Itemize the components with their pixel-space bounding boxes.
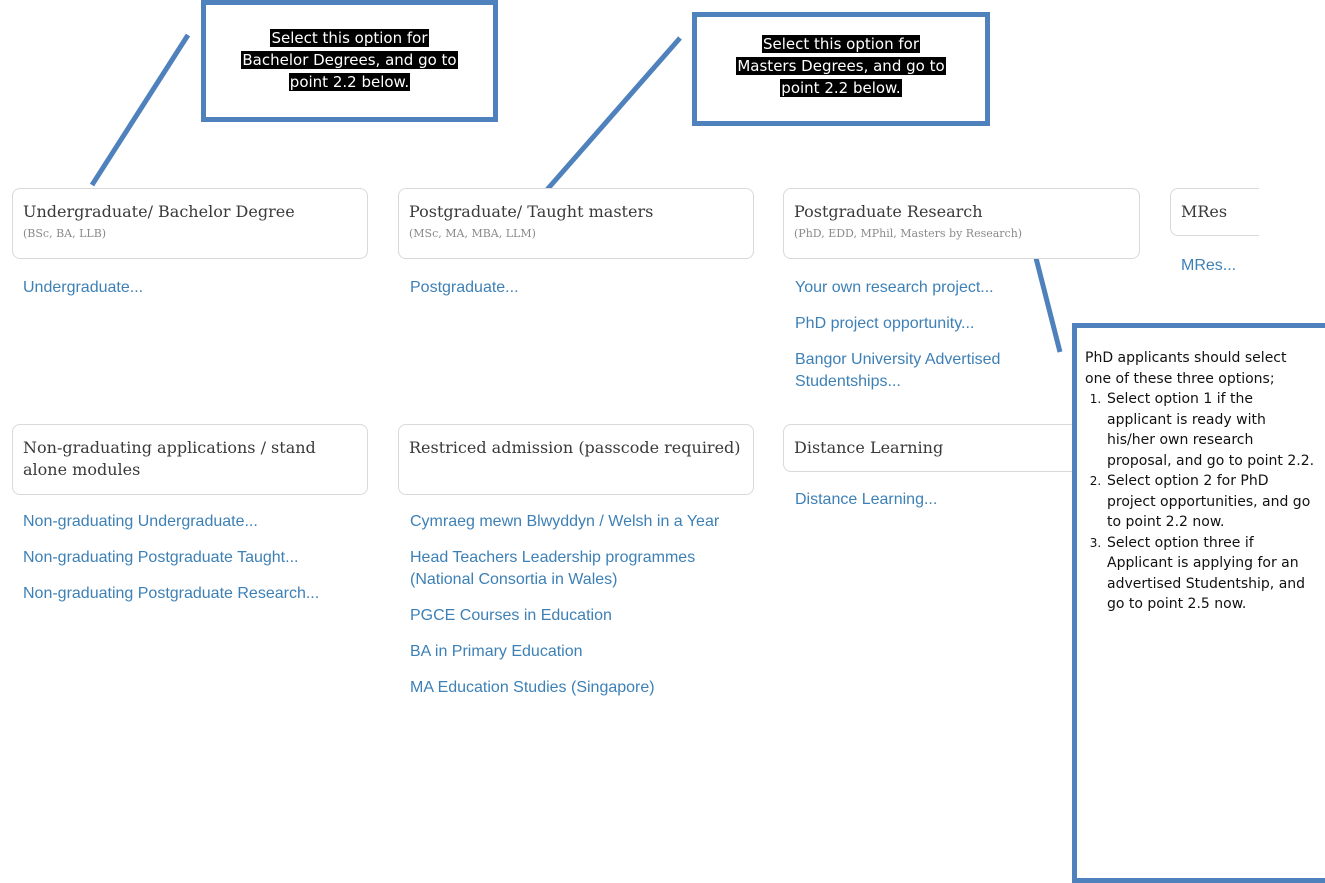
link-welsh-in-a-year[interactable]: Cymraeg mewn Blwyddyn / Welsh in a Year [410, 511, 750, 533]
card-nongraduating[interactable]: Non-graduating applications / stand alon… [12, 424, 368, 495]
card-research[interactable]: Postgraduate Research (PhD, EDD, MPhil, … [783, 188, 1140, 259]
masters-callout-text: Select this option for Masters Degrees, … [699, 33, 983, 99]
card-restricted-title: Restriced admission (passcode required) [409, 438, 741, 457]
card-postgraduate-title: Postgraduate/ Taught masters [409, 202, 654, 221]
card-restricted[interactable]: Restriced admission (passcode required) [398, 424, 754, 495]
bachelor-callout-line1: Select this option for [270, 29, 429, 47]
phd-note-item-3: Select option three if Applicant is appl… [1105, 533, 1315, 615]
nongraduating-links: Non-graduating Undergraduate... Non-grad… [23, 511, 319, 619]
masters-connector-line [543, 36, 682, 194]
link-nongraduating-postgraduate-research[interactable]: Non-graduating Postgraduate Research... [23, 583, 319, 605]
phd-note-intro: PhD applicants should select one of thes… [1085, 350, 1287, 387]
link-own-research-project[interactable]: Your own research project... [795, 277, 1045, 299]
card-undergraduate[interactable]: Undergraduate/ Bachelor Degree (BSc, BA,… [12, 188, 368, 259]
card-mres-title: MRes [1181, 202, 1228, 221]
bachelor-callout-text: Select this option for Bachelor Degrees,… [208, 27, 491, 93]
bachelor-callout-line2: Bachelor Degrees, and go to [241, 51, 458, 69]
card-research-title: Postgraduate Research [794, 202, 983, 221]
phd-note-item-2: Select option 2 for PhD project opportun… [1105, 471, 1315, 533]
masters-callout-line2: Masters Degrees, and go to [736, 57, 946, 75]
research-links: Your own research project... PhD project… [795, 277, 1045, 407]
link-pgce-courses[interactable]: PGCE Courses in Education [410, 605, 750, 627]
undergraduate-links: Undergraduate... [23, 277, 143, 313]
link-phd-project-opportunity[interactable]: PhD project opportunity... [795, 313, 1045, 335]
phd-instructions-note: PhD applicants should select one of thes… [1072, 323, 1325, 883]
link-nongraduating-postgraduate-taught[interactable]: Non-graduating Postgraduate Taught... [23, 547, 319, 569]
link-ba-primary-education[interactable]: BA in Primary Education [410, 641, 750, 663]
link-ma-education-studies[interactable]: MA Education Studies (Singapore) [410, 677, 750, 699]
card-postgraduate-subtitle: (MSc, MA, MBA, LLM) [409, 227, 536, 240]
card-research-subtitle: (PhD, EDD, MPhil, Masters by Research) [794, 227, 1023, 240]
distance-links: Distance Learning... [795, 489, 937, 525]
bachelor-callout-line3: point 2.2 below. [288, 73, 411, 91]
card-postgraduate[interactable]: Postgraduate/ Taught masters (MSc, MA, M… [398, 188, 754, 259]
link-undergraduate[interactable]: Undergraduate... [23, 277, 143, 299]
card-undergraduate-subtitle: (BSc, BA, LLB) [23, 227, 107, 240]
link-nongraduating-undergraduate[interactable]: Non-graduating Undergraduate... [23, 511, 319, 533]
mres-links: MRes... [1181, 255, 1236, 291]
masters-callout-line3: point 2.2 below. [780, 79, 902, 97]
card-nongraduating-title: Non-graduating applications / stand alon… [23, 438, 316, 479]
bachelor-connector-line [89, 33, 191, 187]
card-undergraduate-title: Undergraduate/ Bachelor Degree [23, 202, 295, 221]
postgraduate-links: Postgraduate... [410, 277, 519, 313]
card-mres[interactable]: MRes [1170, 188, 1259, 236]
phd-note-item-1: Select option 1 if the applicant is read… [1105, 389, 1315, 471]
link-distance-learning[interactable]: Distance Learning... [795, 489, 937, 511]
phd-note-list: Select option 1 if the applicant is read… [1085, 389, 1315, 615]
link-mres[interactable]: MRes... [1181, 255, 1236, 277]
link-postgraduate[interactable]: Postgraduate... [410, 277, 519, 299]
link-head-teachers-leadership[interactable]: Head Teachers Leadership programmes (Nat… [410, 547, 750, 591]
restricted-links: Cymraeg mewn Blwyddyn / Welsh in a Year … [410, 511, 750, 713]
link-advertised-studentships[interactable]: Bangor University Advertised Studentship… [795, 349, 1045, 393]
masters-callout-line1: Select this option for [761, 35, 920, 53]
